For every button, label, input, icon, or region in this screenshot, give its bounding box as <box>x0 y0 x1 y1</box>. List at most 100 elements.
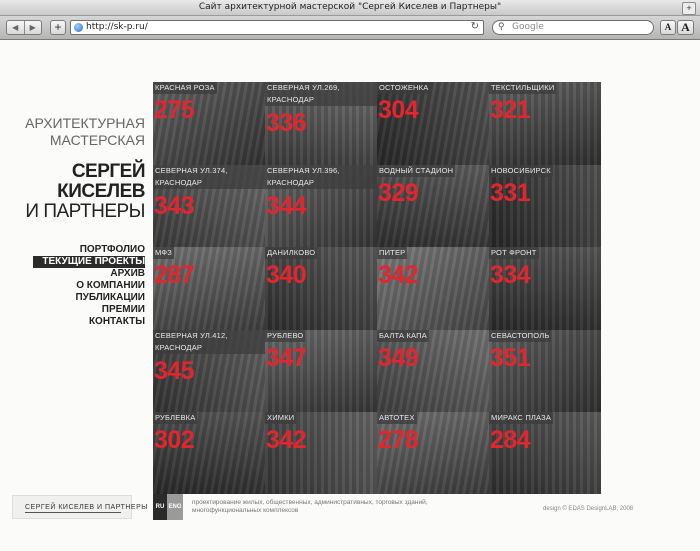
footer-logo-text: СЕРГЕЙ КИСЕЛЕВ И ПАРТНЕРЫ <box>25 504 148 511</box>
globe-icon <box>74 23 83 32</box>
url-text[interactable]: http://sk-p.ru/ <box>86 22 148 32</box>
project-tile[interactable]: АВТОТЕХ 278 <box>377 412 489 494</box>
project-label: РУБЛЕВО <box>265 330 306 342</box>
project-tile[interactable]: КРАСНАЯ РОЗА 275 <box>153 82 265 165</box>
tagline-line: АРХИТЕКТУРНАЯ <box>25 115 145 131</box>
project-tile[interactable]: ОСТОЖЕНКА 304 <box>377 82 489 165</box>
project-tile[interactable]: ТЕКСТИЛЬЩИКИ 321 <box>489 82 601 165</box>
menu-item-portfolio[interactable]: ПОРТФОЛИО <box>0 244 145 256</box>
project-tile[interactable]: НОВОСИБИРСК 331 <box>489 165 601 247</box>
project-tile[interactable]: БАЛТА КАПА 349 <box>377 330 489 412</box>
project-tile[interactable]: ВОДНЫЙ СТАДИОН 329 <box>377 165 489 247</box>
language-eng-button[interactable]: ENG <box>167 494 183 520</box>
firm-name-line: И ПАРТНЕРЫ <box>25 201 145 222</box>
browser-toolbar: ◀ ▶ + http://sk-p.ru/ ↻ ⚲ Google A A <box>0 16 700 40</box>
project-tile[interactable]: РУБЛЕВКА 302 <box>153 412 265 494</box>
project-tile[interactable]: СЕВЕРНАЯ УЛ.412, КРАСНОДАР 345 <box>153 330 265 412</box>
window-titlebar: Сайт архитектурной мастерской "Сергей Ки… <box>0 0 700 16</box>
search-field[interactable]: ⚲ Google <box>492 20 654 35</box>
project-label: НОВОСИБИРСК <box>489 165 553 177</box>
project-number: 343 <box>154 192 195 220</box>
project-number: 331 <box>490 179 531 207</box>
design-credit[interactable]: design © EDAS DesignLAB, 2008 <box>543 506 633 512</box>
address-bar[interactable]: http://sk-p.ru/ ↻ <box>70 20 484 35</box>
footer-logo[interactable]: СЕРГЕЙ КИСЕЛЕВ И ПАРТНЕРЫ <box>12 495 147 519</box>
search-placeholder: Google <box>512 22 544 32</box>
search-icon: ⚲ <box>498 21 505 31</box>
text-bigger-button[interactable]: A <box>677 20 694 35</box>
project-number: 342 <box>266 426 307 454</box>
text-smaller-button[interactable]: A <box>660 20 676 35</box>
project-tile[interactable]: МИРАКС ПЛАЗА 284 <box>489 412 601 494</box>
menu-item-about[interactable]: О КОМПАНИИ <box>0 280 145 292</box>
project-number: 344 <box>266 192 307 220</box>
project-tile[interactable]: ДАНИЛКОВО 340 <box>265 247 377 330</box>
window-title: Сайт архитектурной мастерской "Сергей Ки… <box>198 2 502 12</box>
company-description: проектирование жилых, общественных, адми… <box>192 499 428 514</box>
project-label: ВОДНЫЙ СТАДИОН <box>377 165 456 177</box>
project-number: 351 <box>490 344 531 372</box>
project-number: 345 <box>154 357 195 385</box>
project-tile[interactable]: СЕВАСТОПОЛЬ 351 <box>489 330 601 412</box>
project-tile[interactable]: ХИМКИ 342 <box>265 412 377 494</box>
menu-item-archive[interactable]: АРХИВ <box>0 268 145 280</box>
reload-icon[interactable]: ↻ <box>471 21 479 32</box>
project-label: СЕВЕРНАЯ УЛ.269, КРАСНОДАР <box>265 82 377 106</box>
project-tile[interactable]: РОТ ФРОНТ 334 <box>489 247 601 330</box>
main-menu: ПОРТФОЛИО ТЕКУЩИЕ ПРОЕКТЫ АРХИВ О КОМПАН… <box>0 244 145 328</box>
menu-item-awards[interactable]: ПРЕМИИ <box>0 304 145 316</box>
new-tab-icon[interactable]: + <box>682 2 696 15</box>
project-label: СЕВЕРНАЯ УЛ.412, КРАСНОДАР <box>153 330 265 354</box>
project-number: 304 <box>378 96 419 124</box>
project-number: 321 <box>490 96 531 124</box>
project-tile[interactable]: МФЗ 287 <box>153 247 265 330</box>
project-number: 336 <box>266 109 307 137</box>
project-label: СЕВЕРНАЯ УЛ.396, КРАСНОДАР <box>265 165 377 189</box>
menu-item-contacts[interactable]: КОНТАКТЫ <box>0 316 145 328</box>
project-label: РУБЛЕВКА <box>153 412 198 424</box>
project-number: 284 <box>490 426 531 454</box>
project-label: МФЗ <box>153 247 174 259</box>
project-label: АВТОТЕХ <box>377 412 417 424</box>
add-bookmark-button[interactable]: + <box>50 20 66 35</box>
project-label: ДАНИЛКОВО <box>265 247 318 259</box>
firm-name: СЕРГЕЙ КИСЕЛЕВ И ПАРТНЕРЫ <box>25 162 145 222</box>
tagline-line: МАСТЕРСКАЯ <box>49 132 145 148</box>
nav-buttons: ◀ ▶ <box>6 20 42 35</box>
project-tile[interactable]: РУБЛЕВО 347 <box>265 330 377 412</box>
project-number: 278 <box>378 426 419 454</box>
project-label: СЕВАСТОПОЛЬ <box>489 330 552 342</box>
project-tile[interactable]: ПИТЕР 342 <box>377 247 489 330</box>
project-number: 275 <box>154 96 195 124</box>
project-label: КРАСНАЯ РОЗА <box>153 82 217 94</box>
project-number: 334 <box>490 261 531 289</box>
project-number: 347 <box>266 344 307 372</box>
project-label: МИРАКС ПЛАЗА <box>489 412 554 424</box>
project-label: ТЕКСТИЛЬЩИКИ <box>489 82 557 94</box>
firm-name-line: КИСЕЛЕВ <box>57 181 145 202</box>
project-tile[interactable]: СЕВЕРНАЯ УЛ.374, КРАСНОДАР 343 <box>153 165 265 247</box>
language-ru-button[interactable]: RU <box>153 494 167 520</box>
project-label: БАЛТА КАПА <box>377 330 429 342</box>
studio-tagline: АРХИТЕКТУРНАЯ МАСТЕРСКАЯ <box>25 115 145 149</box>
project-number: 329 <box>378 179 419 207</box>
project-tile[interactable]: СЕВЕРНАЯ УЛ.396, КРАСНОДАР 344 <box>265 165 377 247</box>
project-label: РОТ ФРОНТ <box>489 247 539 259</box>
project-tile[interactable]: СЕВЕРНАЯ УЛ.269, КРАСНОДАР 336 <box>265 82 377 165</box>
project-label: ХИМКИ <box>265 412 297 424</box>
project-number: 340 <box>266 261 307 289</box>
project-number: 342 <box>378 261 419 289</box>
menu-item-publications[interactable]: ПУБЛИКАЦИИ <box>0 292 145 304</box>
footer-logo-underline <box>25 512 121 513</box>
project-number: 287 <box>154 261 195 289</box>
project-label: СЕВЕРНАЯ УЛ.374, КРАСНОДАР <box>153 165 265 189</box>
menu-item-current-projects[interactable]: ТЕКУЩИЕ ПРОЕКТЫ <box>33 256 145 268</box>
project-number: 302 <box>154 426 195 454</box>
project-label: ПИТЕР <box>377 247 408 259</box>
project-number: 349 <box>378 344 419 372</box>
project-grid: КРАСНАЯ РОЗА 275 СЕВЕРНАЯ УЛ.269, КРАСНОДА… <box>153 82 601 494</box>
firm-name-line: СЕРГЕЙ <box>71 161 146 182</box>
back-button[interactable]: ◀ <box>7 21 25 34</box>
project-label: ОСТОЖЕНКА <box>377 82 431 94</box>
forward-button[interactable]: ▶ <box>25 21 42 34</box>
